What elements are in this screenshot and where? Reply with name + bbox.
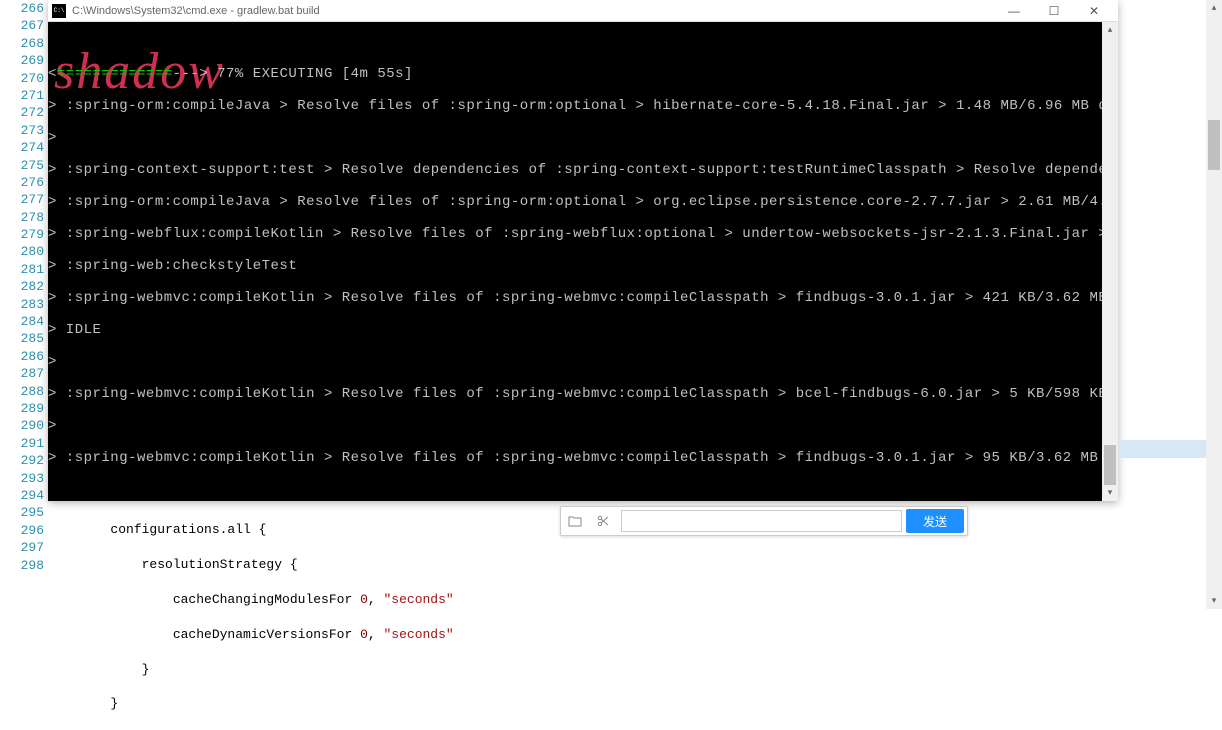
line-number: 272 [0, 104, 44, 121]
code-line: } [48, 696, 118, 711]
line-number: 290 [0, 417, 44, 434]
line-number: 294 [0, 487, 44, 504]
titlebar[interactable]: C:\ C:\Windows\System32\cmd.exe - gradle… [48, 0, 1118, 22]
line-number: 274 [0, 139, 44, 156]
terminal-body[interactable]: shadow <=============---> 77% EXECUTING … [48, 22, 1118, 501]
code-line: configurations.all { [48, 522, 266, 537]
cmd-window: C:\ C:\Windows\System32\cmd.exe - gradle… [48, 0, 1118, 501]
output-line: > :spring-webmvc:compileKotlin > Resolve… [48, 290, 1102, 306]
terminal-output: <=============---> 77% EXECUTING [4m 55s… [48, 50, 1102, 498]
line-number: 266 [0, 0, 44, 17]
line-number: 291 [0, 435, 44, 452]
line-number: 287 [0, 365, 44, 382]
output-line: > [48, 130, 1102, 146]
scroll-up-icon[interactable]: ▴ [1206, 0, 1222, 16]
code-string: "seconds" [383, 592, 453, 607]
line-number: 271 [0, 87, 44, 104]
scroll-up-icon[interactable]: ▴ [1102, 22, 1118, 38]
code-line: cacheChangingModulesFor [48, 592, 360, 607]
line-number: 298 [0, 557, 44, 574]
terminal-scrollbar[interactable]: ▴ ▾ [1102, 22, 1118, 501]
line-number: 276 [0, 174, 44, 191]
output-line: > IDLE [48, 322, 1102, 338]
line-number: 273 [0, 122, 44, 139]
line-number: 282 [0, 278, 44, 295]
maximize-button[interactable]: ☐ [1034, 1, 1074, 21]
output-line: > [48, 354, 1102, 370]
selection-highlight [1120, 440, 1220, 458]
line-number: 280 [0, 243, 44, 260]
line-number: 297 [0, 539, 44, 556]
line-number: 292 [0, 452, 44, 469]
scroll-down-icon[interactable]: ▾ [1102, 485, 1118, 501]
line-number: 296 [0, 522, 44, 539]
output-line: > :spring-web:checkstyleTest [48, 258, 1102, 274]
scroll-thumb[interactable] [1104, 445, 1116, 485]
line-number: 279 [0, 226, 44, 243]
minimize-button[interactable]: — [994, 1, 1034, 21]
output-line: > :spring-webmvc:compileKotlin > Resolve… [48, 450, 1102, 466]
close-button[interactable]: ✕ [1074, 1, 1114, 21]
output-line: > [48, 418, 1102, 434]
scroll-thumb[interactable] [1208, 120, 1220, 170]
line-number-gutter: 2662672682692702712722732742752762772782… [0, 0, 48, 609]
line-number: 295 [0, 504, 44, 521]
code-line: cacheDynamicVersionsFor [48, 627, 360, 642]
line-number: 269 [0, 52, 44, 69]
code-string: "seconds" [383, 627, 453, 642]
line-number: 281 [0, 261, 44, 278]
output-line: > :spring-orm:compileJava > Resolve file… [48, 98, 1102, 114]
output-line: > :spring-webmvc:compileKotlin > Resolve… [48, 386, 1102, 402]
code-editor-content: configurations.all { resolutionStrategy … [48, 504, 454, 730]
line-number: 293 [0, 470, 44, 487]
line-number: 267 [0, 17, 44, 34]
line-number: 285 [0, 330, 44, 347]
line-number: 277 [0, 191, 44, 208]
send-button[interactable]: 发送 [906, 509, 964, 533]
line-number: 286 [0, 348, 44, 365]
scroll-down-icon[interactable]: ▾ [1206, 593, 1222, 609]
line-number: 278 [0, 209, 44, 226]
line-number: 268 [0, 35, 44, 52]
code-number: 0 [360, 627, 368, 642]
line-number: 283 [0, 296, 44, 313]
line-number: 289 [0, 400, 44, 417]
code-line: resolutionStrategy { [48, 557, 298, 572]
send-toolbar: 发送 [560, 506, 968, 536]
line-number: 288 [0, 383, 44, 400]
code-number: 0 [360, 592, 368, 607]
editor-scrollbar[interactable]: ▴ ▾ [1206, 0, 1222, 609]
folder-icon[interactable] [561, 507, 589, 535]
code-line: } [48, 662, 149, 677]
cmd-icon: C:\ [52, 4, 66, 18]
output-line: > :spring-webflux:compileKotlin > Resolv… [48, 226, 1102, 242]
message-input[interactable] [621, 510, 902, 532]
output-line: > :spring-context-support:test > Resolve… [48, 162, 1102, 178]
scissors-icon[interactable] [589, 507, 617, 535]
window-title: C:\Windows\System32\cmd.exe - gradlew.ba… [72, 5, 994, 17]
line-number: 270 [0, 70, 44, 87]
line-number: 284 [0, 313, 44, 330]
output-line: > :spring-orm:compileJava > Resolve file… [48, 194, 1102, 210]
line-number: 275 [0, 157, 44, 174]
progress-bar: ============= [57, 66, 173, 82]
